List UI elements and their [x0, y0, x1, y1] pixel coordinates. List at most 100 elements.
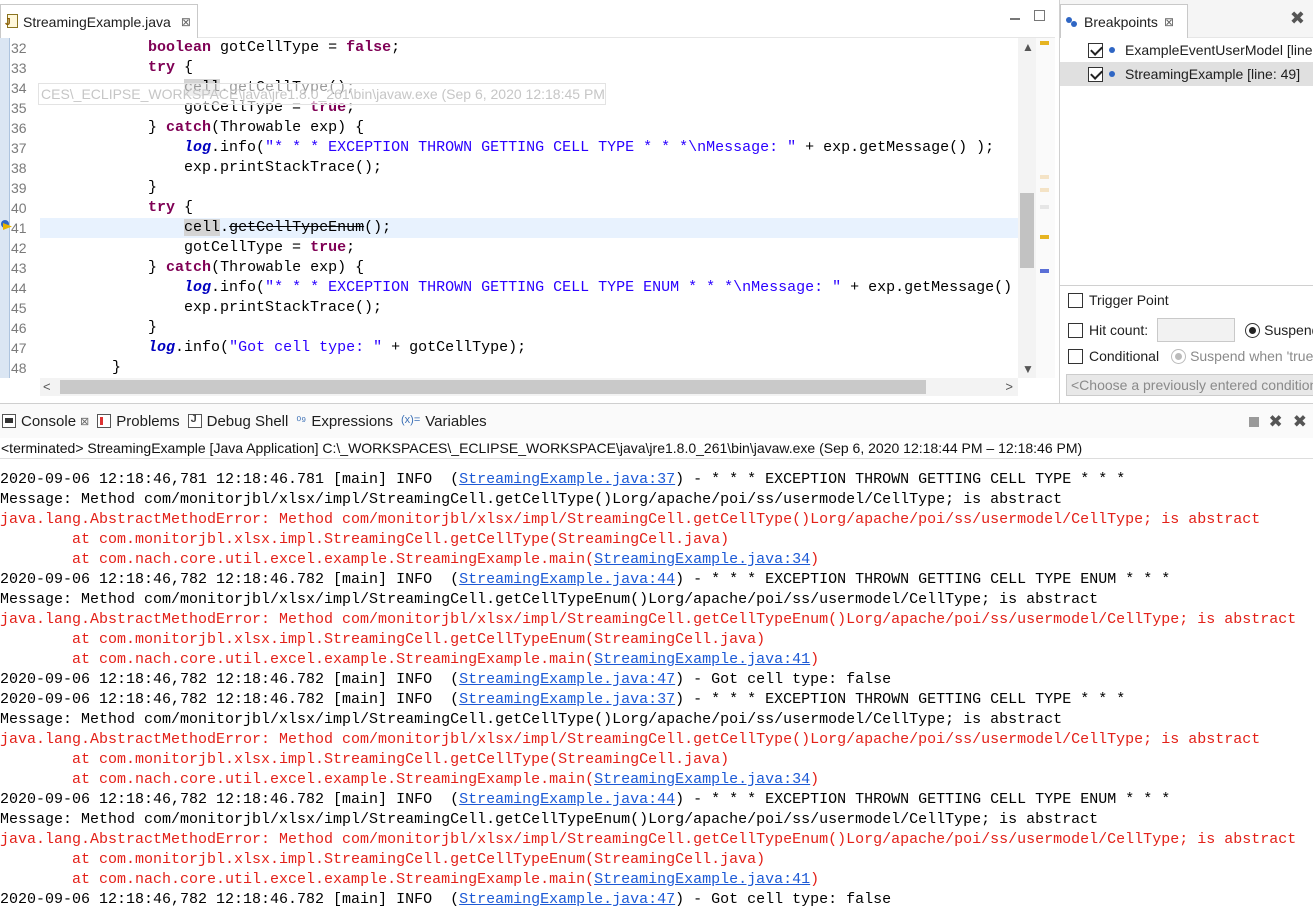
- breakpoint-checkbox[interactable]: [1088, 66, 1103, 82]
- breakpoint-item[interactable]: StreamingExample [line: 49]: [1060, 62, 1313, 86]
- remove-all-terminated-icon[interactable]: ✖: [1293, 412, 1307, 432]
- console-link[interactable]: StreamingExample.java:37: [459, 471, 675, 488]
- tab-expressions[interactable]: ⁰⁹ Expressions: [296, 413, 393, 430]
- tab-problems[interactable]: Problems: [97, 413, 180, 430]
- console-link[interactable]: StreamingExample.java:47: [459, 891, 675, 908]
- console-link[interactable]: StreamingExample.java:41: [594, 651, 810, 668]
- scroll-up-icon[interactable]: ▲: [1022, 40, 1034, 54]
- console-link[interactable]: StreamingExample.java:34: [594, 551, 810, 568]
- console-link[interactable]: StreamingExample.java:34: [594, 771, 810, 788]
- tab-label: Variables: [425, 412, 487, 430]
- console-output[interactable]: 2020-09-06 12:18:46,781 12:18:46.781 [ma…: [0, 460, 1313, 908]
- close-icon[interactable]: ⊠: [1164, 15, 1174, 29]
- close-icon[interactable]: ⊠: [181, 15, 191, 29]
- console-link[interactable]: StreamingExample.java:44: [459, 571, 675, 588]
- occurrence-marker[interactable]: [1040, 205, 1049, 209]
- keyword: false: [346, 39, 392, 56]
- console-text: at com.nach.core.util.excel.example.Stre…: [0, 871, 595, 888]
- condition-history-dropdown[interactable]: <Choose a previously entered condition>: [1066, 374, 1313, 396]
- remove-launch-icon[interactable]: ✖: [1269, 412, 1283, 432]
- trigger-point-row: Trigger Point: [1068, 292, 1169, 308]
- console-view: Console ⊠ Problems Debug Shell ⁰⁹ Expres…: [0, 403, 1313, 908]
- debug-shell-icon: [187, 413, 202, 428]
- vertical-ruler[interactable]: [0, 38, 10, 378]
- warning-marker[interactable]: [1040, 235, 1049, 239]
- breakpoints-tab-bar: Breakpoints ⊠ ✖: [1060, 0, 1313, 38]
- code-text: }: [148, 259, 167, 276]
- editor-vertical-scrollbar[interactable]: ▲ ▼: [1018, 38, 1036, 378]
- editor-tab-streaming-example[interactable]: J StreamingExample.java ⊠: [0, 4, 198, 38]
- breakpoint-dot-icon: [1109, 71, 1115, 77]
- console-stack-line: at com.nach.core.util.excel.example.Stre…: [0, 650, 1313, 670]
- breakpoint-item[interactable]: ExampleEventUserModel [line: 54]: [1060, 38, 1313, 62]
- line-number: 36: [11, 120, 27, 136]
- console-text: ) - * * * EXCEPTION THROWN GETTING CELL …: [675, 471, 1126, 488]
- keyword: try: [148, 59, 176, 76]
- code-text: }: [112, 359, 122, 376]
- minimize-icon[interactable]: [1010, 10, 1020, 20]
- console-log-line: 2020-09-06 12:18:46,782 12:18:46.782 [ma…: [0, 890, 1313, 908]
- console-link[interactable]: StreamingExample.java:37: [459, 691, 675, 708]
- console-error-line: at com.monitorjbl.xlsx.impl.StreamingCel…: [0, 531, 730, 548]
- tab-variables[interactable]: (x)= Variables: [401, 413, 487, 430]
- hit-count-input[interactable]: [1157, 318, 1236, 342]
- occurrence-marker[interactable]: [1040, 175, 1049, 179]
- tab-breakpoints[interactable]: Breakpoints ⊠: [1060, 4, 1188, 38]
- close-icon[interactable]: ⊠: [80, 415, 89, 428]
- current-line-marker[interactable]: [1040, 269, 1049, 273]
- remove-all-breakpoints-icon[interactable]: ✖: [1290, 8, 1305, 29]
- deprecated-method: getCellTypeEnum: [229, 219, 365, 236]
- conditional-checkbox[interactable]: [1068, 348, 1083, 364]
- scroll-left-icon[interactable]: <: [43, 379, 51, 394]
- console-link[interactable]: StreamingExample.java:47: [459, 671, 675, 688]
- hit-count-row: Hit count: Suspend thread: [1068, 318, 1313, 342]
- console-log-line: 2020-09-06 12:18:46,782 12:18:46.782 [ma…: [0, 690, 1313, 710]
- tab-label: Debug Shell: [206, 412, 289, 430]
- hit-count-checkbox[interactable]: [1068, 322, 1083, 338]
- line-number: 48: [11, 360, 27, 376]
- code-text: .: [220, 219, 230, 236]
- keyword: catch: [166, 119, 212, 136]
- console-line-partial: 2020-09-06 12:18:46,781 12:18:46.781 [ma…: [0, 460, 1313, 470]
- occurrence-marker[interactable]: [1040, 188, 1049, 192]
- suspend-thread-label: Suspend thread: [1264, 322, 1313, 338]
- terminate-icon[interactable]: [1248, 417, 1259, 427]
- code-line: boolean gotCellType = false;: [40, 38, 1018, 58]
- scroll-down-icon[interactable]: ▼: [1022, 362, 1034, 376]
- problems-icon: [97, 414, 112, 428]
- breakpoint-properties: Trigger Point Hit count: Suspend thread …: [1060, 285, 1313, 403]
- console-text: 2020-09-06 12:18:46,782 12:18:46.782 [ma…: [0, 691, 460, 708]
- variables-icon: (x)=: [401, 414, 421, 426]
- editor-horizontal-scrollbar[interactable]: < >: [40, 378, 1018, 396]
- scrollbar-thumb[interactable]: [1020, 193, 1034, 268]
- warning-marker[interactable]: [1040, 41, 1049, 45]
- console-text: ): [810, 771, 820, 788]
- scroll-right-icon[interactable]: >: [1005, 379, 1013, 394]
- editor-window-controls: [1010, 10, 1045, 21]
- code-line: }: [40, 318, 1018, 338]
- maximize-icon[interactable]: [1034, 10, 1045, 21]
- tab-debug-shell[interactable]: Debug Shell: [187, 412, 289, 430]
- breakpoint-instruction-pointer-icon[interactable]: [0, 219, 12, 231]
- code-line: try {: [40, 58, 1018, 78]
- suspend-when-true-radio[interactable]: [1171, 348, 1187, 364]
- overview-ruler[interactable]: [1036, 38, 1055, 378]
- suspend-thread-radio[interactable]: [1245, 322, 1261, 338]
- console-link[interactable]: StreamingExample.java:41: [594, 871, 810, 888]
- code-text: }: [148, 179, 158, 196]
- scrollbar-thumb[interactable]: [60, 380, 926, 394]
- trigger-point-checkbox[interactable]: [1068, 292, 1083, 308]
- line-number: 41: [11, 220, 27, 236]
- breakpoint-dot-icon: [1109, 47, 1115, 53]
- tab-console[interactable]: Console ⊠: [2, 413, 89, 430]
- console-text: 2020-09-06 12:18:46,782 12:18:46.782 [ma…: [0, 671, 460, 688]
- console-link[interactable]: StreamingExample.java:44: [459, 791, 675, 808]
- code-text: .info(: [211, 279, 266, 296]
- console-log-line: 2020-09-06 12:18:46,782 12:18:46.782 [ma…: [0, 570, 1313, 590]
- breakpoint-checkbox[interactable]: [1088, 42, 1103, 58]
